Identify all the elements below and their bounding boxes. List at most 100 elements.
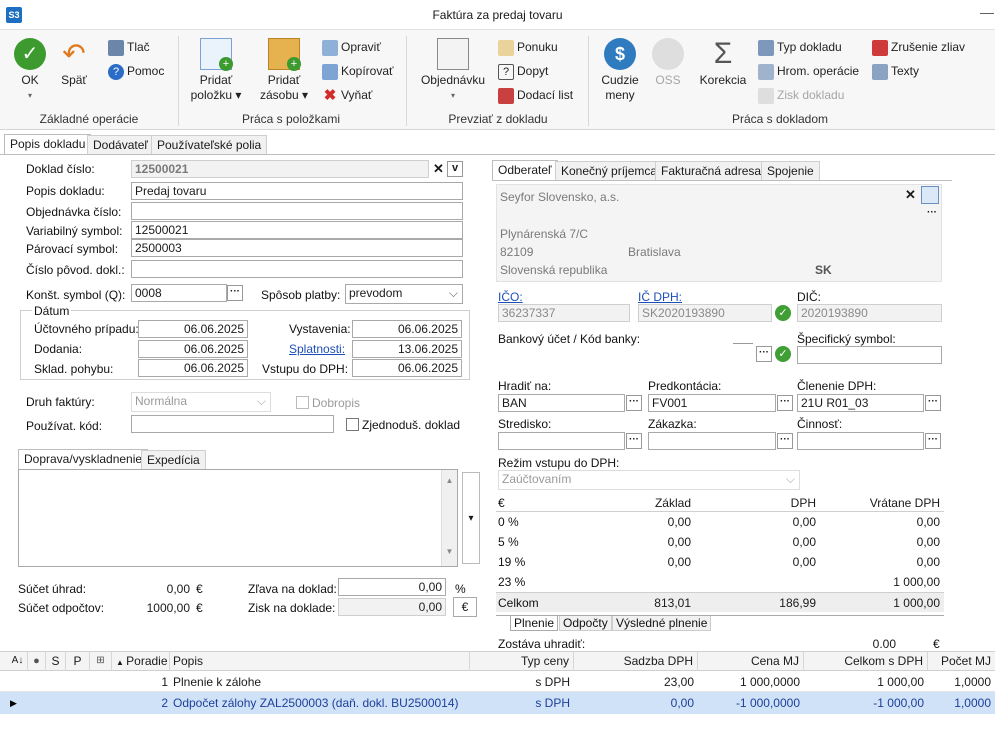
stock-movement-date-field[interactable]: 06.06.2025 [138,359,248,377]
constant-symbol-field[interactable]: 0008 [131,284,227,302]
attachment-icon[interactable]: ● [28,651,46,671]
tab-result-fulfillment[interactable]: Výsledné plnenie [612,616,712,631]
tab-fulfillment[interactable]: Plnenie [510,616,559,631]
column-price-type-header[interactable]: Typ ceny [470,651,574,671]
column-unit-price-header[interactable]: Cena MJ [698,651,804,671]
pairing-symbol-field[interactable]: 2500003 [131,239,463,257]
credit-note-checkbox[interactable] [296,396,309,409]
order-number-field[interactable] [131,202,463,220]
ellipsis-icon[interactable]: ··· [927,207,937,218]
tab-document-description[interactable]: Popis dokladu [4,134,92,154]
document-type-button[interactable]: Typ dokladu [758,38,842,58]
back-button[interactable]: ↶ Späť [56,38,92,88]
sort-az-icon[interactable]: A↓ [8,651,28,671]
ok-button[interactable]: ✓ OK ▾ [10,38,50,103]
specific-symbol-field[interactable] [797,346,942,364]
column-vat-rate-header[interactable]: Sadzba DPH [574,651,698,671]
texts-button[interactable]: Texty [872,62,919,82]
column-description-header[interactable]: Popis [170,651,470,671]
clear-x-icon[interactable]: ✕ [433,161,444,177]
user-code-field[interactable] [131,415,334,433]
tab-connection[interactable]: Spojenie [761,161,820,180]
tab-user-fields[interactable]: Používateľské polia [151,135,268,154]
oss-button[interactable]: OSS [650,38,686,88]
cut-button[interactable]: ✖ Vyňať [322,86,373,106]
ellipsis-icon[interactable]: ··· [227,285,243,301]
tree-icon[interactable]: ⊞ [90,651,112,671]
original-doc-field[interactable] [131,260,463,278]
contract-field[interactable] [648,432,776,450]
vat-entry-date-field[interactable]: 06.06.2025 [352,359,462,377]
ellipsis-icon[interactable]: ··· [777,395,793,411]
vat-regime-select[interactable]: Zaúčtovaním ⌵ [498,470,800,490]
print-button[interactable]: Tlač [108,38,150,58]
chevron-down-icon[interactable]: v [447,161,463,177]
tab-expedition[interactable]: Expedícia [141,450,206,469]
document-profit-button[interactable]: Zisk dokladu [758,86,844,106]
from-offer-button[interactable]: Ponuku [498,38,558,58]
activity-field[interactable] [797,432,924,450]
scroll-up-icon[interactable]: ▲ [442,476,457,485]
vat-entry-date-label: Vstupu do DPH: [262,362,349,376]
copy-button[interactable]: Kopírovať [322,62,394,82]
delivery-date-field[interactable]: 06.06.2025 [138,340,248,358]
from-order-button[interactable]: Objednávku ▾ [416,38,490,103]
currency-toggle-button[interactable]: € [453,597,477,617]
vat-breakdown-field[interactable]: 21U R01_03 [797,394,924,412]
scroll-down-icon[interactable]: ▼ [442,547,457,556]
column-quantity-header[interactable]: Počet MJ [928,651,995,671]
variable-symbol-field[interactable]: 12500021 [131,221,463,239]
payment-method-select[interactable]: prevodom ⌵ [345,284,463,304]
edit-button[interactable]: Opraviť [322,38,381,58]
column-order-header[interactable]: ▲ Poradie [112,651,170,671]
column-total-vat-header[interactable]: Celkom s DPH [804,651,928,671]
doc-description-field[interactable]: Predaj tovaru [131,182,463,200]
transport-textarea[interactable] [18,469,458,567]
ico-link[interactable]: IČO: [498,290,523,304]
pre-account-field[interactable]: FV001 [648,394,776,412]
from-inquiry-button[interactable]: ? Dopyt [498,62,548,82]
doc-number-field[interactable]: 12500021 [131,160,429,178]
ellipsis-icon[interactable]: ··· [925,433,941,449]
pay-to-field[interactable]: BAN [498,394,625,412]
ellipsis-icon[interactable]: ··· [925,395,941,411]
tab-billing-address[interactable]: Fakturačná adresa [655,161,768,180]
textarea-dropdown-button[interactable]: ▾ [462,472,480,564]
vat-id-link[interactable]: IČ DPH: [638,290,682,304]
ellipsis-icon[interactable]: ··· [626,395,642,411]
column-p-header[interactable]: P [66,651,90,671]
tab-final-recipient[interactable]: Konečný príjemca [555,161,664,180]
tab-supplier[interactable]: Dodávateľ [87,135,154,154]
due-date-field[interactable]: 13.06.2025 [352,340,462,358]
ellipsis-icon[interactable]: ··· [626,433,642,449]
cancel-discounts-button[interactable]: Zrušenie zliav [872,38,965,58]
table-row[interactable]: 1 Plnenie k zálohe s DPH 23,00 1 000,000… [0,672,995,692]
foreign-currency-button[interactable]: $ Cudzie meny [596,38,644,103]
address-book-icon[interactable] [921,186,939,204]
cost-center-field[interactable] [498,432,625,450]
due-date-link[interactable]: Splatnosti: [289,342,345,356]
tab-customer[interactable]: Odberateľ [492,160,558,180]
help-button[interactable]: ? Pomoc [108,62,164,82]
simplified-doc-checkbox[interactable] [346,418,359,431]
edit-label: Opraviť [341,40,381,54]
add-item-button[interactable]: + Pridať položku ▾ [188,38,244,103]
tab-transport[interactable]: Doprava/vyskladnenie [18,449,149,469]
correction-button[interactable]: Σ Korekcia [696,38,750,88]
group-separator [178,36,179,126]
textarea-scrollbar[interactable]: ▲ ▼ [441,470,457,566]
minimize-button[interactable]: — [980,4,994,20]
ellipsis-icon[interactable]: ··· [756,346,772,362]
issue-date-field[interactable]: 06.06.2025 [352,320,462,338]
discount-field[interactable]: 0,00 [338,578,446,596]
tab-deductions[interactable]: Odpočty [559,616,612,631]
clear-x-icon[interactable]: ✕ [905,187,916,203]
ellipsis-icon[interactable]: ··· [777,433,793,449]
from-delivery-note-button[interactable]: Dodací list [498,86,573,106]
bulk-operations-button[interactable]: Hrom. operácie [758,62,859,82]
accounting-date-field[interactable]: 06.06.2025 [138,320,248,338]
table-row[interactable]: ▶ 2 Odpočet zálohy ZAL2500003 (daň. dokl… [0,692,995,714]
add-stock-button[interactable]: + Pridať zásobu ▾ [256,38,312,103]
column-s-header[interactable]: S [46,651,66,671]
invoice-type-select[interactable]: Normálna ⌵ [131,392,271,412]
